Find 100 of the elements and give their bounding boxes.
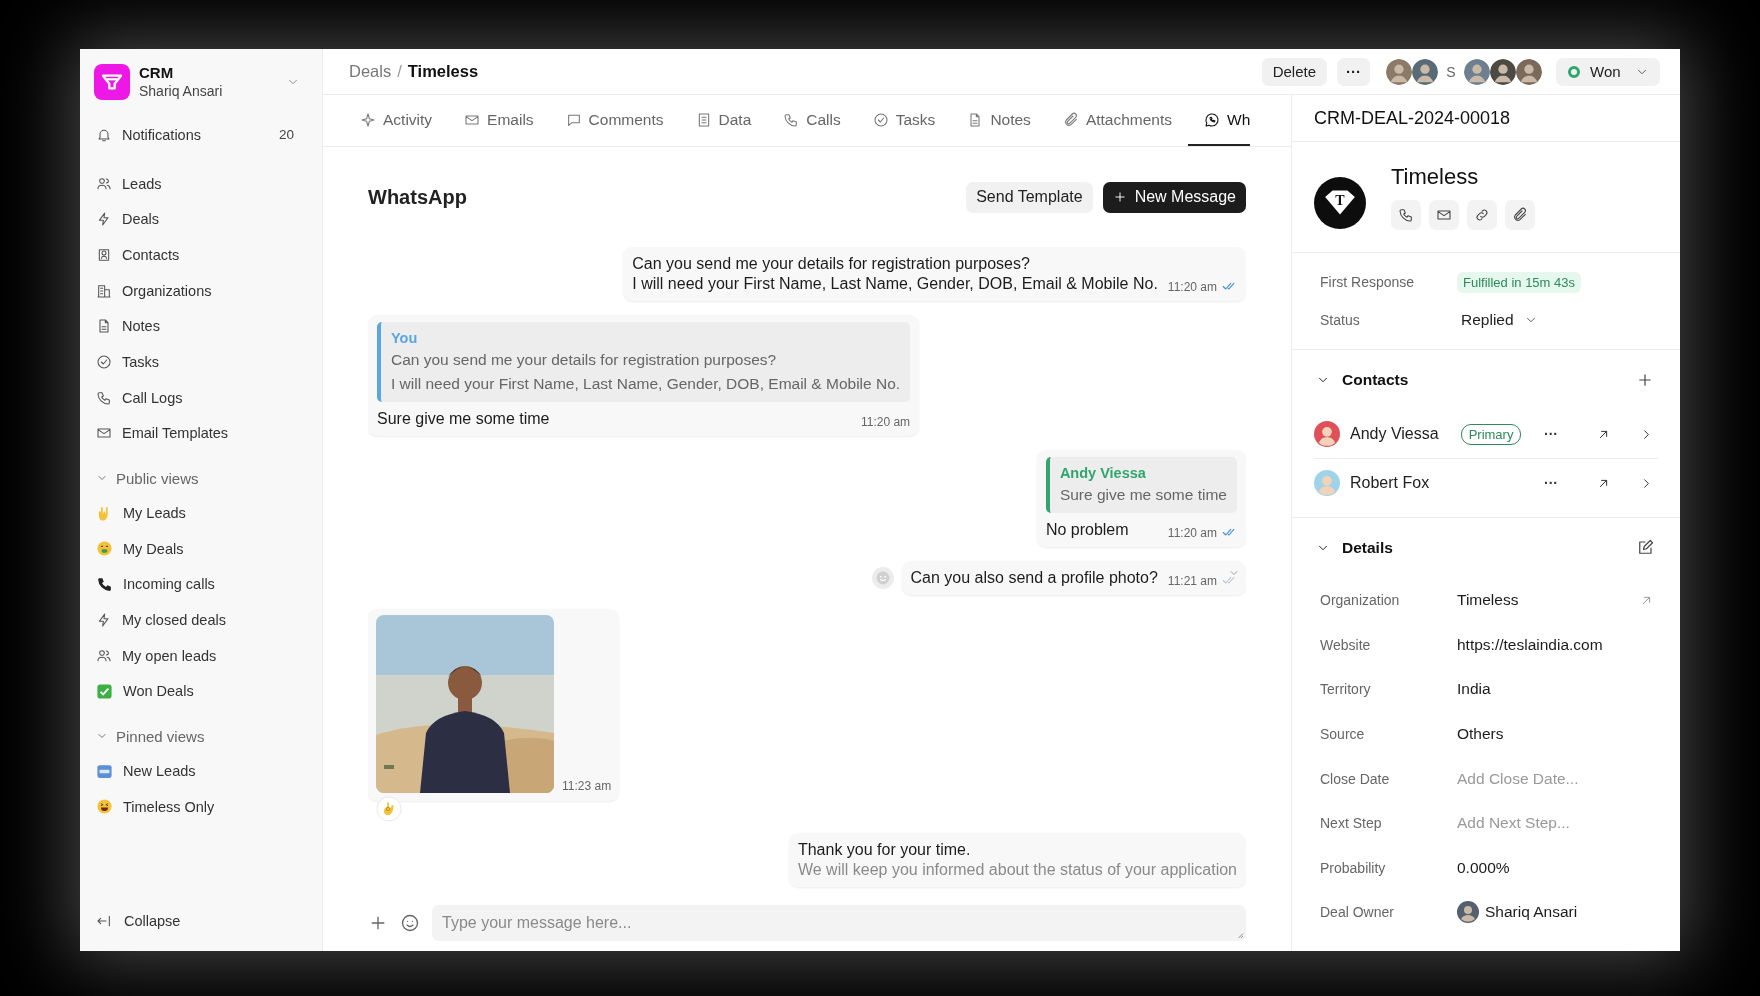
delete-button[interactable]: Delete (1261, 57, 1327, 86)
tab[interactable]: Notes (951, 95, 1047, 146)
tab[interactable]: Wh (1188, 95, 1251, 146)
breadcrumb-current: Timeless (407, 62, 479, 81)
view-item[interactable]: New Leads (88, 753, 314, 789)
field-label: Probability (1320, 859, 1387, 876)
mail-button[interactable] (1429, 200, 1459, 230)
field-label: Status (1320, 312, 1361, 328)
message-input[interactable]: Type your message here... (432, 905, 1246, 941)
tab[interactable]: Tasks (856, 95, 952, 146)
field-value: 0.000% (1457, 858, 1511, 877)
nav-item[interactable]: Deals (88, 201, 314, 238)
logo-letter: T (1335, 193, 1345, 209)
contact-row[interactable]: Andy Viessa Primary ··· (1314, 410, 1658, 459)
section-toggle[interactable]: Pinned views (88, 719, 314, 754)
badge-icon (96, 762, 113, 780)
avatar[interactable] (1490, 58, 1516, 85)
view-item[interactable]: Won Deals (88, 673, 314, 710)
field-value[interactable]: Timeless (1457, 591, 1625, 610)
tab[interactable]: Data (679, 95, 768, 146)
message-text: Can you send me your details for registration purposes? (632, 254, 1031, 274)
section-toggle[interactable]: Contacts (1314, 371, 1409, 389)
bolt-icon (96, 612, 112, 629)
avatar (1457, 901, 1479, 924)
view-item[interactable]: Timeless Only (88, 789, 314, 825)
nav-item[interactable]: Call Logs (88, 379, 314, 416)
field-value: India (1457, 680, 1492, 699)
tab[interactable]: Comments (549, 95, 680, 146)
tab[interactable]: Emails (448, 95, 550, 146)
field-value: https://teslaindia.com (1457, 635, 1604, 654)
field-value: Others (1457, 725, 1505, 744)
quote-text: I will need your First Name, Last Name, Gender, DOB, Email & Mobile No. (391, 374, 901, 394)
add-icon[interactable] (1636, 371, 1654, 389)
avatar[interactable] (1516, 58, 1542, 85)
nav-item[interactable]: Email Templates (88, 415, 314, 452)
field-label: Territory (1320, 681, 1372, 698)
message-text: Can you also send a profile photo? (910, 568, 1158, 588)
field-input[interactable]: Add Close Date... (1457, 769, 1658, 788)
tab[interactable]: Calls (767, 95, 857, 146)
field-label: Next Step (1320, 815, 1383, 832)
deal-id: CRM-DEAL-2024-00018 (1292, 95, 1680, 142)
phone-icon (1398, 207, 1414, 223)
quote-text: Can you send me your details for registration purposes? (391, 350, 778, 370)
tab[interactable]: Attachments (1046, 95, 1189, 146)
sparkle-icon (360, 111, 376, 128)
nav-item[interactable]: Tasks (88, 344, 314, 380)
status-dropdown[interactable]: Replied (1457, 311, 1542, 329)
section-toggle[interactable]: Details (1314, 539, 1393, 557)
emoji-icon[interactable] (400, 913, 420, 933)
collapse-button[interactable]: Collapse (88, 903, 314, 939)
nav-item[interactable]: Notes (88, 308, 314, 345)
bolt-icon (96, 211, 112, 228)
notifications-item[interactable]: Notifications 20 (88, 117, 314, 153)
section-toggle[interactable]: Public views (88, 461, 314, 496)
nav-item[interactable]: Organizations (88, 272, 314, 309)
message-text: No problem (1045, 520, 1129, 540)
nav-item[interactable]: Leads (88, 165, 314, 202)
app-logo (94, 64, 130, 100)
message-text: I will need your First Name, Last Name, Gender, DOB, Email & Mobile No. (632, 274, 1158, 294)
view-item[interactable]: Incoming calls (88, 566, 314, 603)
app-title: CRM (139, 63, 175, 82)
timestamp: 11:20 am (1167, 279, 1217, 294)
user-name: Shariq Ansari (139, 82, 224, 101)
send-template-button[interactable]: Send Template (966, 181, 1093, 213)
contact-row[interactable]: Robert Fox ··· (1314, 459, 1658, 507)
nav-label: Notifications (122, 126, 202, 143)
breadcrumb-link[interactable]: Deals (349, 62, 392, 81)
new-message-button[interactable]: New Message (1102, 181, 1246, 213)
tab[interactable]: Activity (344, 95, 449, 146)
building-icon (96, 282, 112, 299)
view-item[interactable]: My open leads (88, 637, 314, 674)
users-icon (96, 175, 112, 192)
more-button[interactable]: ··· (1337, 57, 1370, 86)
plus-icon (1112, 190, 1127, 204)
whatsapp-icon (1204, 111, 1221, 128)
avatar[interactable] (1386, 58, 1412, 85)
view-item[interactable]: My Deals (88, 530, 314, 567)
more-button[interactable]: ··· (1544, 475, 1558, 491)
avatar[interactable] (1412, 58, 1438, 85)
message-text: We will keep you informed about the status of your application (797, 860, 1237, 880)
more-button[interactable]: ··· (1544, 426, 1558, 442)
message-text: Sure give me some time (377, 409, 550, 429)
status-dropdown[interactable]: Won (1556, 57, 1660, 86)
workspace-switcher[interactable]: CRM Shariq Ansari (88, 61, 314, 103)
mail-icon (1436, 207, 1452, 223)
view-item[interactable]: My closed deals (88, 602, 314, 638)
field-label: Organization (1320, 592, 1401, 609)
avatar[interactable] (1464, 58, 1490, 85)
view-item[interactable]: My Leads (88, 495, 314, 531)
link-icon (1474, 207, 1490, 223)
field-input[interactable]: Add Next Step... (1457, 814, 1658, 833)
edit-icon[interactable] (1636, 539, 1654, 557)
link-button[interactable] (1467, 200, 1497, 230)
breadcrumb-separator: / (397, 62, 402, 81)
notification-count: 20 (278, 127, 294, 143)
deal-name: Timeless (1391, 164, 1480, 190)
nav-item[interactable]: Contacts (88, 237, 314, 273)
users-icon (96, 647, 112, 664)
phone-button[interactable] (1391, 200, 1421, 230)
paperclip-button[interactable] (1505, 200, 1535, 230)
